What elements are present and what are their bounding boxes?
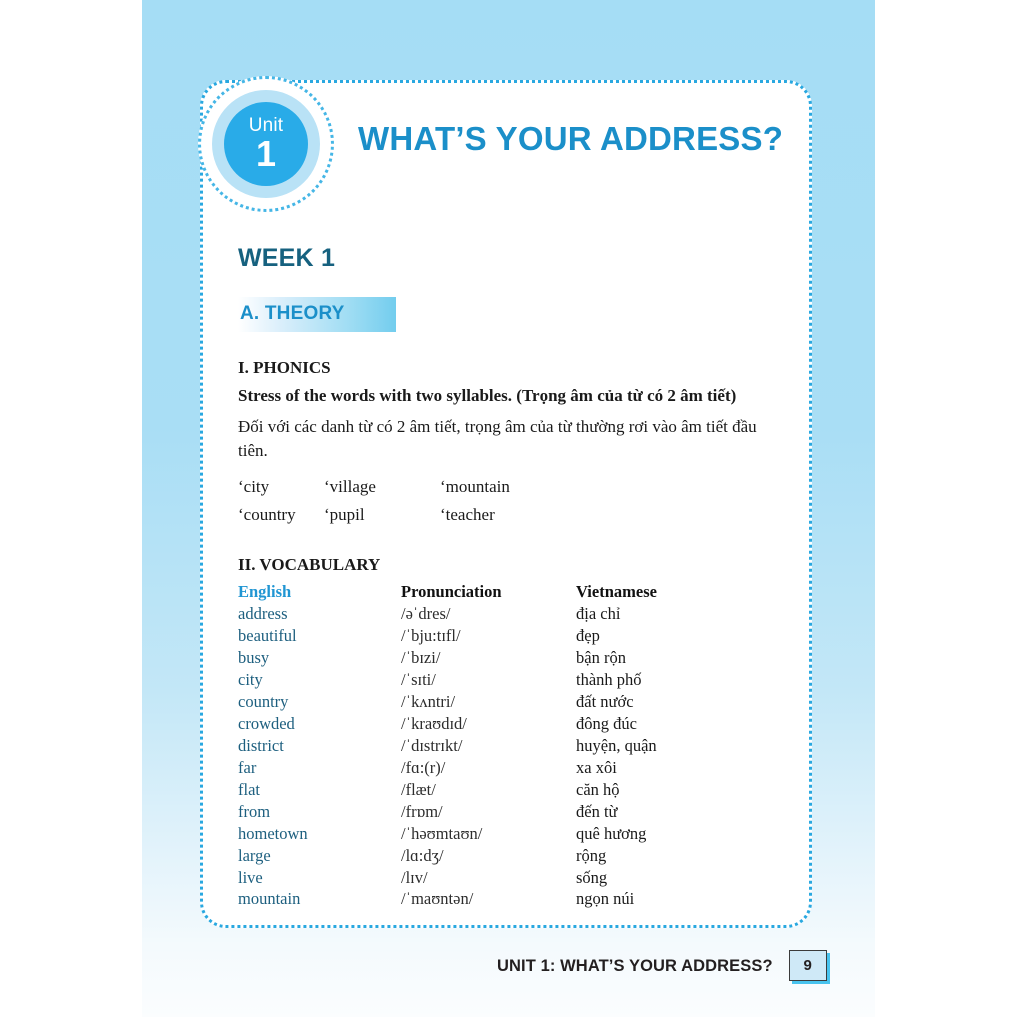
cell-pronunciation: /ˈbɪzi/ xyxy=(401,648,441,668)
phonics-example-word: ‘city xyxy=(238,477,270,497)
phonics-example-word: ‘country xyxy=(238,505,296,525)
table-row: far /fɑ:(r)/ xa xôi xyxy=(238,757,758,779)
page-number-badge: 9 xyxy=(788,950,827,981)
phonics-example-word: ‘teacher xyxy=(440,505,495,525)
cell-pronunciation: /frɒm/ xyxy=(401,801,443,821)
cell-vietnamese: địa chỉ xyxy=(576,604,621,624)
column-header-vietnamese: Vietnamese xyxy=(576,582,657,602)
cell-vietnamese: rộng xyxy=(576,845,607,865)
cell-pronunciation: /ˈhəʊmtaʊn/ xyxy=(401,823,483,843)
cell-vietnamese: ngọn núi xyxy=(576,889,635,909)
table-row: busy /ˈbɪzi/ bận rộn xyxy=(238,647,758,669)
cell-pronunciation: /ˈmaʊntən/ xyxy=(401,889,474,909)
cell-vietnamese: đẹp xyxy=(576,626,600,646)
table-row: crowded /ˈkraʊdɪd/ đông đúc xyxy=(238,713,758,735)
table-row: city /ˈsɪti/ thành phố xyxy=(238,669,758,691)
table-row: hometown /ˈhəʊmtaʊn/ quê hương xyxy=(238,823,758,845)
cell-pronunciation: /ˈkʌntri/ xyxy=(401,692,456,712)
cell-pronunciation: /ˈbju:tɪfl/ xyxy=(401,626,461,646)
phonics-example-word: ‘village xyxy=(324,477,376,497)
column-header-english: English xyxy=(238,582,292,602)
theory-section-band: A. THEORY xyxy=(238,297,396,332)
column-header-pronunciation: Pronunciation xyxy=(401,582,502,602)
cell-pronunciation: /lɑ:dʒ/ xyxy=(401,845,444,865)
phonics-rule: Stress of the words with two syllables. … xyxy=(238,386,737,405)
unit-badge: Unit 1 xyxy=(198,76,334,212)
cell-pronunciation: /əˈdres/ xyxy=(401,604,451,624)
cell-vietnamese: đông đúc xyxy=(576,713,637,733)
cell-english: city xyxy=(238,670,263,690)
cell-english: busy xyxy=(238,648,270,668)
table-row: country /ˈkʌntri/ đất nước xyxy=(238,691,758,713)
cell-english: from xyxy=(238,801,271,821)
cell-english: crowded xyxy=(238,713,295,733)
cell-pronunciation: /ˈkraʊdɪd/ xyxy=(401,713,467,733)
cell-english: address xyxy=(238,604,288,624)
theory-label: A. THEORY xyxy=(240,303,345,324)
phonics-example-word: ‘pupil xyxy=(324,505,365,525)
cell-english: mountain xyxy=(238,889,301,909)
table-row: district /ˈdɪstrɪkt/ huyện, quận xyxy=(238,735,758,757)
cell-pronunciation: /flæt/ xyxy=(401,779,436,799)
phonics-example-word: ‘mountain xyxy=(440,477,510,497)
cell-pronunciation: /ˈsɪti/ xyxy=(401,670,436,690)
cell-english: flat xyxy=(238,779,260,799)
cell-pronunciation: /ˈdɪstrɪkt/ xyxy=(401,735,463,755)
phonics-example-row: ‘country ‘pupil ‘teacher xyxy=(238,501,790,529)
table-row: from /frɒm/ đến từ xyxy=(238,801,758,823)
cell-english: beautiful xyxy=(238,626,297,646)
vocabulary-table-body: address /əˈdres/ địa chỉ beautiful /ˈbju… xyxy=(238,603,758,910)
card-body: WEEK 1 A. THEORY I. PHONICS Stress of th… xyxy=(238,244,790,910)
cell-vietnamese: sống xyxy=(576,867,608,887)
cell-vietnamese: huyện, quận xyxy=(576,735,657,755)
cell-english: large xyxy=(238,845,271,865)
cell-vietnamese: xa xôi xyxy=(576,757,617,777)
table-row: mountain /ˈmaʊntən/ ngọn núi xyxy=(238,888,758,910)
table-header-row: English Pronunciation Vietnamese xyxy=(238,581,758,603)
footer-title: UNIT 1: WHAT’S YOUR ADDRESS? xyxy=(497,956,773,975)
cell-english: far xyxy=(238,757,257,777)
cell-vietnamese: thành phố xyxy=(576,670,642,690)
unit-number: 1 xyxy=(255,133,277,174)
cell-vietnamese: đến từ xyxy=(576,801,618,821)
phonics-example-row: ‘city ‘village ‘mountain xyxy=(238,473,790,501)
phonics-heading: I. PHONICS xyxy=(238,358,331,377)
cell-vietnamese: đất nước xyxy=(576,692,634,712)
cell-english: live xyxy=(238,867,263,887)
cell-vietnamese: bận rộn xyxy=(576,648,626,668)
page-number: 9 xyxy=(803,957,812,974)
page-title: WHAT’S YOUR ADDRESS? xyxy=(358,120,784,157)
cell-vietnamese: quê hương xyxy=(576,823,647,843)
table-row: live /lɪv/ sống xyxy=(238,867,758,889)
cell-pronunciation: /fɑ:(r)/ xyxy=(401,757,446,777)
table-row: beautiful /ˈbju:tɪfl/ đẹp xyxy=(238,625,758,647)
cell-english: country xyxy=(238,692,289,712)
vocabulary-heading: II. VOCABULARY xyxy=(238,555,381,575)
table-row: address /əˈdres/ địa chỉ xyxy=(238,603,758,625)
page-footer: UNIT 1: WHAT’S YOUR ADDRESS? 9 xyxy=(497,950,827,981)
phonics-description: Đối với các danh từ có 2 âm tiết, trọng … xyxy=(238,417,757,461)
vocabulary-table: English Pronunciation Vietnamese address… xyxy=(238,581,758,910)
table-row: large /lɑ:dʒ/ rộng xyxy=(238,845,758,867)
page-root: Unit 1 WHAT’S YOUR ADDRESS? WEEK 1 A. TH… xyxy=(0,0,1017,1017)
unit-badge-inner-circle: Unit 1 xyxy=(224,102,308,186)
cell-english: district xyxy=(238,735,284,755)
cell-pronunciation: /lɪv/ xyxy=(401,867,428,887)
table-row: flat /flæt/ căn hộ xyxy=(238,779,758,801)
cell-vietnamese: căn hộ xyxy=(576,779,620,799)
week-heading: WEEK 1 xyxy=(238,244,336,272)
cell-english: hometown xyxy=(238,823,308,843)
